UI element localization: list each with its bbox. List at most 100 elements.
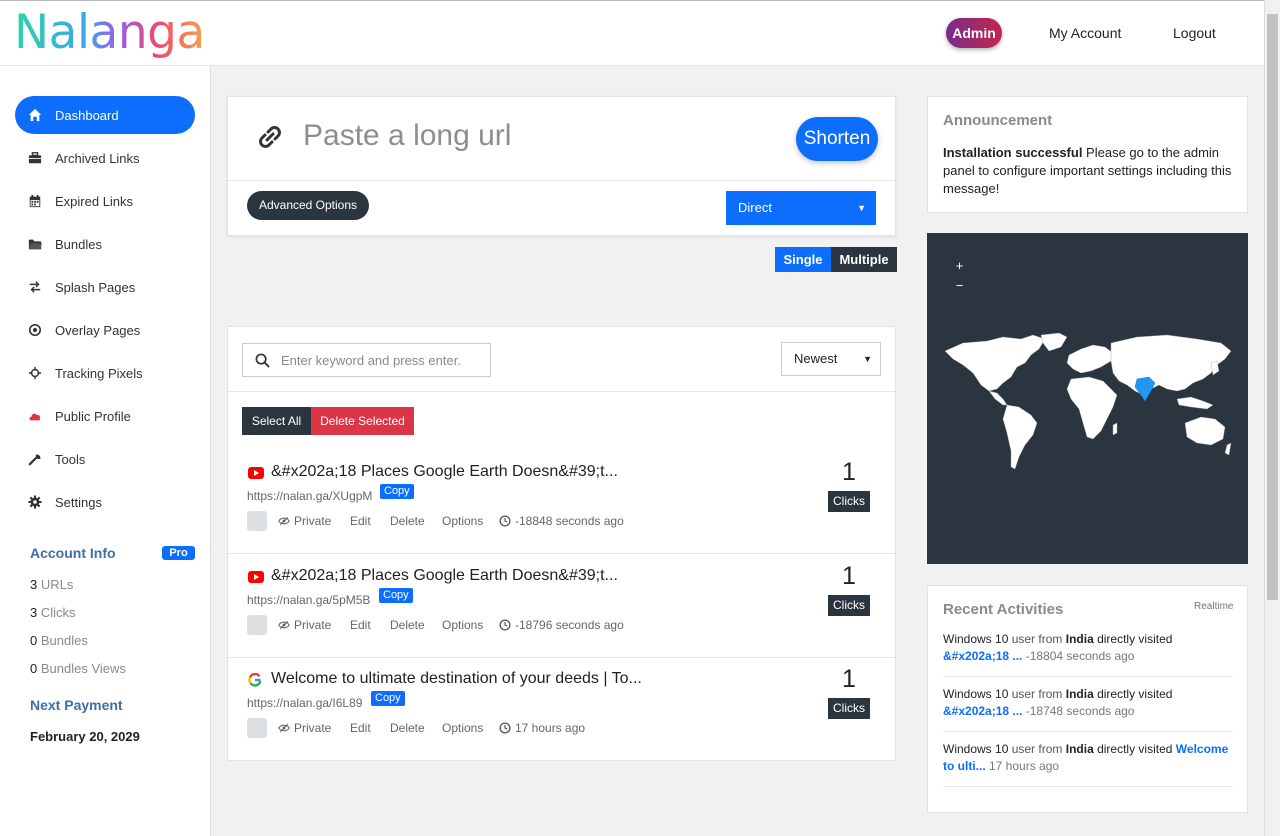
divider [228, 180, 895, 181]
india-region[interactable] [1134, 376, 1156, 402]
stat-clicks: 3 Clicks [30, 605, 76, 620]
sidebar-item-settings[interactable]: Settings [15, 483, 195, 521]
row-checkbox[interactable] [247, 615, 267, 635]
shorten-button[interactable]: Shorten [796, 117, 878, 161]
sidebar-item-splash-pages[interactable]: Splash Pages [15, 268, 195, 306]
private-toggle[interactable]: Private [278, 618, 331, 632]
delete-link[interactable]: Delete [390, 721, 425, 735]
multiple-toggle[interactable]: Multiple [831, 247, 897, 272]
single-toggle[interactable]: Single [775, 247, 831, 272]
search-placeholder: Enter keyword and press enter. [281, 353, 461, 368]
eye-slash-icon [278, 516, 290, 526]
logo[interactable]: Nalanga [14, 5, 205, 60]
options-link[interactable]: Options [442, 618, 483, 632]
clock-icon [499, 619, 511, 631]
sidebar-item-label: Bundles [55, 236, 102, 252]
sidebar-item-label: Public Profile [55, 408, 131, 424]
pro-badge: Pro [162, 546, 195, 560]
time-ago: -18796 seconds ago [499, 618, 624, 632]
exchange-icon [28, 280, 42, 294]
sort-select[interactable]: Newest ▼ [781, 342, 881, 376]
short-url[interactable]: https://nalan.ga/5pM5B [247, 593, 370, 607]
sidebar-item-tracking-pixels[interactable]: Tracking Pixels [15, 354, 195, 392]
clicks-label: Clicks [828, 595, 870, 616]
copy-button[interactable]: Copy [371, 691, 405, 706]
row-checkbox[interactable] [247, 511, 267, 531]
clicks-label: Clicks [828, 491, 870, 512]
search-icon [255, 353, 270, 368]
admin-button[interactable]: Admin [946, 18, 1002, 48]
advanced-options-button[interactable]: Advanced Options [247, 191, 369, 220]
link-title[interactable]: Welcome to ultimate destination of your … [271, 670, 642, 688]
sidebar-item-archived-links[interactable]: Archived Links [15, 139, 195, 177]
logout-link[interactable]: Logout [1173, 25, 1216, 41]
link-title[interactable]: &#x202a;18 Places Google Earth Doesn&#39… [271, 463, 618, 481]
copy-button[interactable]: Copy [380, 484, 414, 499]
recent-activities-card: Recent Activities Realtime Windows 10 us… [927, 585, 1248, 813]
scrollbar-thumb[interactable] [1267, 14, 1278, 600]
youtube-icon [248, 571, 264, 583]
edit-link[interactable]: Edit [350, 618, 371, 632]
sidebar-item-label: Tracking Pixels [55, 365, 143, 381]
folder-icon [28, 237, 42, 251]
sidebar-item-bundles[interactable]: Bundles [15, 225, 195, 263]
activity-item: Windows 10 user from India directly visi… [943, 632, 1173, 663]
row-checkbox[interactable] [247, 718, 267, 738]
options-link[interactable]: Options [442, 721, 483, 735]
redirect-type-select[interactable]: Direct ▼ [726, 191, 876, 225]
divider [943, 731, 1233, 732]
select-all-button[interactable]: Select All [242, 407, 311, 435]
long-url-input[interactable]: Paste a long url [303, 119, 511, 153]
edit-link[interactable]: Edit [350, 721, 371, 735]
sidebar-item-tools[interactable]: Tools [15, 440, 195, 478]
clicks-count: 1 [842, 458, 856, 486]
delete-selected-button[interactable]: Delete Selected [311, 407, 414, 435]
next-payment-title: Next Payment [30, 697, 123, 713]
link-icon [256, 123, 284, 151]
zoom-in-button[interactable]: + [951, 257, 968, 274]
delete-link[interactable]: Delete [390, 514, 425, 528]
sidebar-item-public-profile[interactable]: Public Profile [15, 397, 195, 435]
sidebar-item-dashboard[interactable]: Dashboard [15, 96, 195, 134]
activity-link[interactable]: &#x202a;18 ... [943, 704, 1022, 718]
search-input[interactable]: Enter keyword and press enter. [242, 343, 491, 377]
activity-item: Windows 10 user from India directly visi… [943, 687, 1173, 718]
link-row: Welcome to ultimate destination of your … [228, 658, 895, 761]
sidebar-item-expired-links[interactable]: Expired Links [15, 182, 195, 220]
private-toggle[interactable]: Private [278, 721, 331, 735]
short-url[interactable]: https://nalan.ga/XUgpM [247, 489, 372, 503]
page-scrollbar[interactable] [1264, 0, 1280, 836]
sidebar-item-overlay-pages[interactable]: Overlay Pages [15, 311, 195, 349]
links-card: Enter keyword and press enter. Newest ▼ … [227, 326, 896, 761]
divider [228, 391, 895, 392]
clock-icon [499, 515, 511, 527]
copy-button[interactable]: Copy [379, 588, 413, 603]
short-url[interactable]: https://nalan.ga/I6L89 [247, 696, 362, 710]
target-icon [28, 323, 42, 337]
divider [943, 786, 1233, 787]
youtube-icon [248, 467, 264, 479]
sidebar-item-label: Splash Pages [55, 279, 136, 295]
announcement-title: Announcement [943, 112, 1053, 129]
private-toggle[interactable]: Private [278, 514, 331, 528]
delete-link[interactable]: Delete [390, 618, 425, 632]
activity-link[interactable]: &#x202a;18 ... [943, 649, 1022, 663]
link-title[interactable]: &#x202a;18 Places Google Earth Doesn&#39… [271, 567, 618, 585]
calendar-icon [28, 194, 42, 208]
shortener-card: Paste a long url Shorten Advanced Option… [227, 96, 896, 236]
world-map[interactable]: + − [927, 233, 1248, 564]
divider [943, 676, 1233, 677]
sidebar-item-label: Dashboard [55, 107, 119, 123]
options-link[interactable]: Options [442, 514, 483, 528]
announcement-text: Installation successful Please go to the… [943, 145, 1232, 196]
my-account-link[interactable]: My Account [1049, 25, 1121, 41]
edit-link[interactable]: Edit [350, 514, 371, 528]
sidebar-item-label: Overlay Pages [55, 322, 141, 338]
activity-item: Windows 10 user from India directly visi… [943, 742, 1229, 773]
zoom-out-button[interactable]: − [951, 277, 968, 294]
link-row: &#x202a;18 Places Google Earth Doesn&#39… [228, 555, 895, 658]
clicks-label: Clicks [828, 698, 870, 719]
sidebar-item-label: Expired Links [55, 193, 134, 209]
google-icon [248, 672, 262, 687]
crosshair-icon [28, 366, 42, 380]
